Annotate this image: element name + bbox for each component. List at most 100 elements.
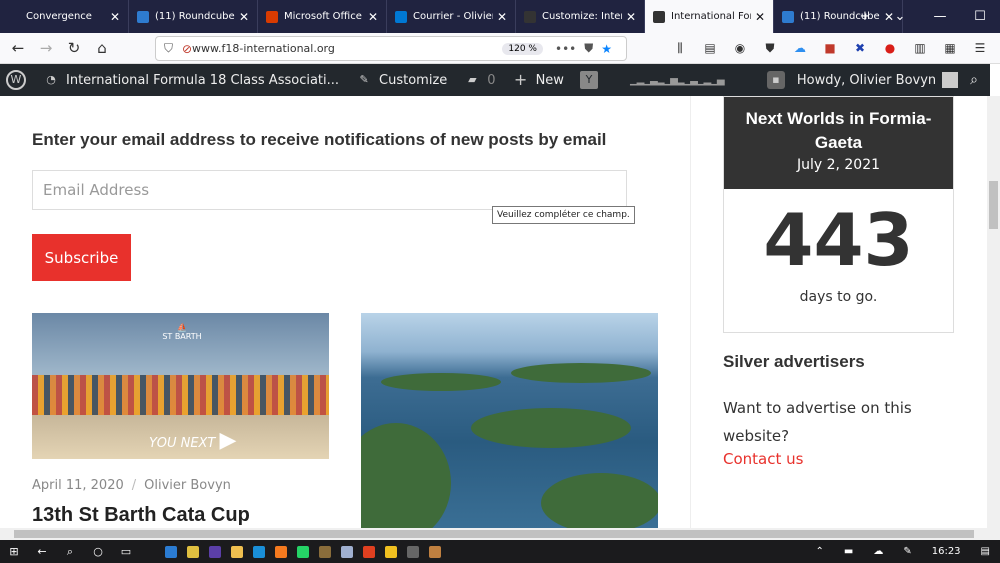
avatar[interactable] xyxy=(942,72,959,88)
new-content-link[interactable]: + New xyxy=(512,71,564,89)
remote-icon[interactable] xyxy=(424,540,446,563)
comments-link[interactable]: ▰ 0 xyxy=(463,71,496,89)
bookmark-star-icon[interactable]: ★ xyxy=(601,42,612,56)
validation-tooltip: Veuillez compléter ce champ. xyxy=(492,206,635,224)
battery-icon[interactable]: ▬ xyxy=(844,546,853,557)
tab-favicon-icon xyxy=(524,10,536,23)
cortana-icon[interactable]: ○ xyxy=(84,540,112,563)
home-button[interactable]: ⌂ xyxy=(88,39,116,57)
onedrive-icon[interactable]: ☁ xyxy=(873,546,883,557)
browser-tab[interactable]: (11) Roundcube W ✕ xyxy=(129,0,258,33)
post-image-st-barth[interactable]: ⛵ ST BARTH YOU NEXT ▶ xyxy=(32,313,329,459)
close-icon[interactable]: ✕ xyxy=(626,10,636,24)
subscribe-button[interactable]: Subscribe xyxy=(32,234,131,281)
zoom-level[interactable]: 120 % xyxy=(502,42,543,55)
close-icon[interactable]: ✕ xyxy=(110,10,120,24)
firefox-icon[interactable] xyxy=(270,540,292,563)
countdown-header: Next Worlds in Formia-Gaeta July 2, 2021 xyxy=(724,97,953,189)
windows-start-icon[interactable]: ⊞ xyxy=(0,540,28,563)
minimize-icon[interactable]: — xyxy=(920,9,960,24)
whatsapp-icon[interactable] xyxy=(292,540,314,563)
flash-icon[interactable]: ■ xyxy=(815,36,845,61)
new-tab-icon[interactable]: + xyxy=(850,9,880,24)
menu-icon[interactable]: ☰ xyxy=(965,36,995,61)
vertical-scroll-thumb[interactable] xyxy=(989,181,998,229)
horizontal-scroll-thumb[interactable] xyxy=(14,530,974,538)
close-icon[interactable]: ✕ xyxy=(497,10,507,24)
chevron-up-icon[interactable]: ⌃ xyxy=(815,546,823,557)
mail-icon[interactable] xyxy=(160,540,182,563)
task-view-icon[interactable]: ▭ xyxy=(112,540,140,563)
paint-icon[interactable] xyxy=(182,540,204,563)
close-icon[interactable]: ✕ xyxy=(239,10,249,24)
book-icon[interactable] xyxy=(314,540,336,563)
account-icon[interactable]: ◉ xyxy=(725,36,755,61)
tab-favicon-icon xyxy=(782,10,794,23)
barcode-icon[interactable]: ▥ xyxy=(905,36,935,61)
insecure-lock-icon[interactable]: ⊘ xyxy=(182,42,192,56)
calendar-icon[interactable] xyxy=(336,540,358,563)
brush-icon: ✎ xyxy=(359,73,369,86)
close-icon[interactable]: ✕ xyxy=(368,10,378,24)
edge-icon[interactable] xyxy=(248,540,270,563)
more-actions-icon[interactable]: ••• xyxy=(555,42,576,56)
back-arrow-icon[interactable]: ← xyxy=(28,540,56,563)
browser-tab[interactable]: Convergence ✕ xyxy=(0,0,129,33)
action-center-icon[interactable]: ▤ xyxy=(981,546,990,557)
puzzle-icon[interactable]: ▦ xyxy=(935,36,965,61)
post-title[interactable]: 13th St Barth Cata Cup xyxy=(32,504,250,527)
howdy-user[interactable]: Howdy, Olivier Bovyn xyxy=(797,73,936,88)
dashboard-icon: ◔ xyxy=(46,73,56,86)
pocket-icon[interactable]: ⛊ xyxy=(584,41,593,56)
stats-sparkline[interactable]: ▁▂▁▃▂▁▅▂▁▃▁▂▁▄ xyxy=(630,75,725,86)
extension-x-icon[interactable]: ✖ xyxy=(845,36,875,61)
photos-icon[interactable] xyxy=(204,540,226,563)
chevron-down-icon[interactable]: ⌄ xyxy=(880,9,920,24)
maximize-icon[interactable]: ☐ xyxy=(960,9,1000,24)
countdown-number: 443 xyxy=(763,198,914,282)
back-button[interactable]: ← xyxy=(4,39,32,57)
customize-link[interactable]: ✎ Customize xyxy=(355,71,447,89)
cloud-icon[interactable]: ☁ xyxy=(785,36,815,61)
pdf-icon[interactable] xyxy=(358,540,380,563)
calculator-icon[interactable] xyxy=(402,540,424,563)
sidebar-icon[interactable]: ▤ xyxy=(695,36,725,61)
notification-icon[interactable]: ▪ xyxy=(766,71,785,89)
play-icon: ▶ xyxy=(219,428,237,453)
contact-us-link[interactable]: Contact us xyxy=(723,450,803,468)
library-icon[interactable]: ⫼ xyxy=(665,36,695,61)
horizontal-scrollbar[interactable] xyxy=(0,528,1000,540)
meta-separator: / xyxy=(131,478,137,493)
search-icon[interactable]: ⌕ xyxy=(970,72,978,88)
toolbar-extensions: ⫼ ▤ ◉ ⛊ ☁ ■ ✖ ● ▥ ▦ ☰ xyxy=(665,36,995,61)
post-image-lake[interactable] xyxy=(361,313,658,528)
countdown-date: July 2, 2021 xyxy=(796,157,881,173)
browser-tab[interactable]: Microsoft Office A ✕ xyxy=(258,0,387,33)
browser-tab[interactable]: Customize: Interna ✕ xyxy=(516,0,645,33)
site-name-link[interactable]: ◔ International Formula 18 Class Associa… xyxy=(42,71,339,89)
pocket-toolbar-icon[interactable]: ⛊ xyxy=(755,36,785,61)
silver-advertisers-heading: Silver advertisers xyxy=(723,352,865,371)
notes-icon[interactable] xyxy=(380,540,402,563)
sidebar-divider xyxy=(690,96,691,528)
navigation-bar: ← → ↻ ⌂ ⛉ ⊘ www.f18-international.org 12… xyxy=(0,33,1000,64)
browser-tab[interactable]: International Form ✕ xyxy=(645,0,774,33)
vertical-scrollbar[interactable] xyxy=(987,96,1000,528)
reload-button[interactable]: ↻ xyxy=(60,39,88,57)
red-circle-icon[interactable]: ● xyxy=(875,36,905,61)
email-input[interactable]: Email Address xyxy=(32,170,627,210)
url-text[interactable]: www.f18-international.org xyxy=(192,42,502,55)
shield-icon[interactable]: ⛉ xyxy=(164,41,173,56)
file-explorer-icon[interactable] xyxy=(226,540,248,563)
yoast-icon[interactable]: Y xyxy=(579,71,598,89)
url-bar[interactable]: ⛉ ⊘ www.f18-international.org 120 % ••• … xyxy=(155,36,627,61)
search-icon[interactable]: ⌕ xyxy=(56,540,84,563)
close-icon[interactable]: ✕ xyxy=(755,10,765,24)
forward-button[interactable]: → xyxy=(32,39,60,57)
post-author[interactable]: Olivier Bovyn xyxy=(144,478,231,493)
pen-icon[interactable]: ✎ xyxy=(903,546,911,557)
wordpress-logo-icon[interactable]: W xyxy=(6,70,26,90)
post-date[interactable]: April 11, 2020 xyxy=(32,478,124,493)
clock[interactable]: 16:23 xyxy=(932,546,961,557)
browser-tab[interactable]: Courrier - Olivier B ✕ xyxy=(387,0,516,33)
